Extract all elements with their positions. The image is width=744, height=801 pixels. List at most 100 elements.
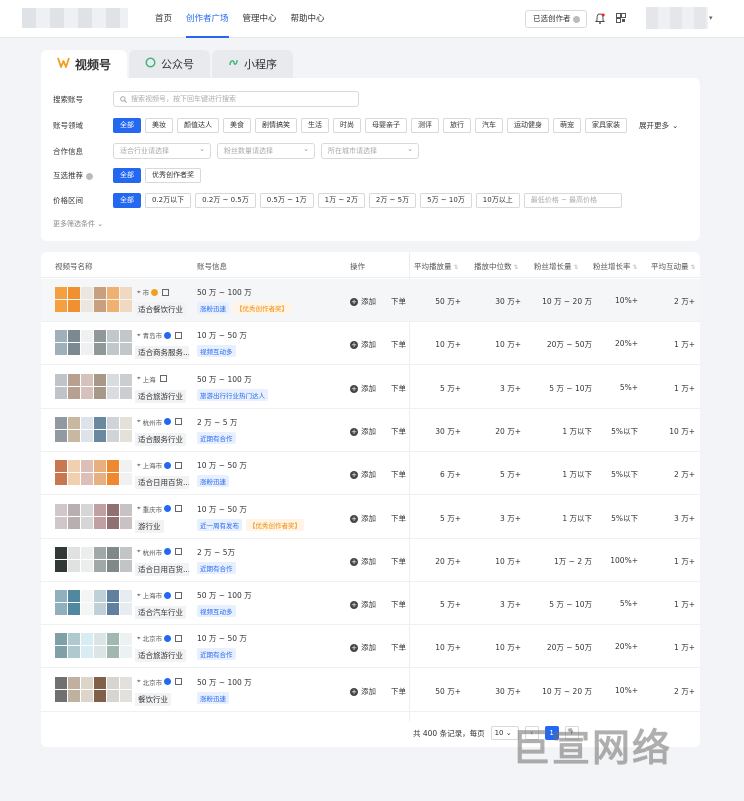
qrcode-icon[interactable]: [175, 505, 183, 512]
order-button[interactable]: 下单: [391, 599, 406, 610]
table-row[interactable]: ⌖ 杭州市 适合服务行业 2 万 ~ 5 万近期有合作 + 添加 下单 30 万+ 20 万+ 1…: [41, 409, 700, 452]
sort-icon[interactable]: ⇅: [691, 264, 696, 271]
nav-item-0[interactable]: 首页: [155, 0, 172, 38]
coop-select[interactable]: 所在城市请选择: [321, 142, 419, 159]
avatar-thumbnail[interactable]: [55, 586, 135, 622]
coop-select[interactable]: 粉丝数量请选择: [217, 142, 315, 159]
sort-icon[interactable]: ⇅: [454, 264, 459, 271]
tab-0[interactable]: 视频号: [41, 50, 128, 78]
domain-chip[interactable]: 萌宠: [553, 118, 581, 133]
bell-icon[interactable]: [595, 13, 605, 24]
avatar-thumbnail[interactable]: [55, 413, 135, 449]
qrcode-icon[interactable]: [162, 288, 170, 296]
user-avatar-block[interactable]: [646, 7, 708, 29]
coop-select[interactable]: 适合行业请选择: [113, 142, 211, 159]
sort-icon[interactable]: ⇅: [574, 264, 579, 271]
price-range-input[interactable]: 最低价格 ~ 最高价格: [523, 193, 622, 208]
domain-chip[interactable]: 运动健身: [507, 118, 549, 133]
qrcode-icon[interactable]: [175, 591, 183, 599]
table-row[interactable]: ⌖ 上海 适合旅游行业 50 万 ~ 100 万旅游出行行业热门达人 + 添加 下单 5 万+…: [41, 366, 700, 409]
column-header[interactable]: 粉丝增长率 ⇅: [593, 261, 638, 272]
price-chip[interactable]: 0.2万 ~ 0.5万: [195, 193, 256, 208]
recommend-chip[interactable]: 全部: [113, 168, 141, 183]
nav-item-3[interactable]: 帮助中心: [291, 0, 325, 38]
sort-icon[interactable]: ⇅: [633, 264, 638, 271]
table-row[interactable]: ⌖ 北京市 适合旅游行业 10 万 ~ 50 万近期有合作 + 添加 下单 10 万+ 10 万…: [41, 625, 700, 669]
info-icon[interactable]: [86, 172, 93, 180]
selected-creators-button[interactable]: 已选创作者: [525, 10, 587, 28]
tab-1[interactable]: 公众号: [129, 50, 211, 78]
recommend-chip[interactable]: 优秀创作者奖: [145, 168, 201, 183]
table-row[interactable]: ⌖ 上海市 适合汽车行业 50 万 ~ 100 万视频互动多 + 添加 下单 5 万+ 3 万+…: [41, 582, 700, 626]
domain-chip[interactable]: 时尚: [333, 118, 361, 133]
table-row[interactable]: ⌖ 市适合餐饮行业 50 万 ~ 100 万涨粉迅速 【优秀创作者奖】 + 添加 下单 50 …: [41, 279, 700, 322]
column-header[interactable]: 平均播放量 ⇅: [414, 261, 459, 272]
avatar-thumbnail[interactable]: [55, 326, 135, 362]
more-conditions-link[interactable]: 更多筛选条件 ⌄: [53, 219, 103, 229]
qrcode-icon[interactable]: [175, 634, 183, 642]
order-button[interactable]: 下单: [391, 296, 406, 307]
domain-chip[interactable]: 剧情搞笑: [255, 118, 297, 133]
order-button[interactable]: 下单: [391, 556, 406, 567]
table-row[interactable]: ⌖ 杭州市 适合日用百货... 2 万 ~ 5万 近期有合作 + 添加 下单 20 万+ 10 万…: [41, 539, 700, 582]
avatar-thumbnail[interactable]: [55, 500, 135, 536]
add-button[interactable]: + 添加: [350, 383, 376, 394]
price-chip[interactable]: 1万 ~ 2万: [317, 193, 365, 208]
price-chip[interactable]: 全部: [113, 193, 141, 208]
order-button[interactable]: 下单: [391, 642, 406, 653]
table-row[interactable]: ⌖ 重庆市 游行业 10 万 ~ 50 万近一周有发布 【优秀创作者奖】 + 添加 下单 5 万…: [41, 496, 700, 539]
column-header[interactable]: 播放中位数 ⇅: [474, 261, 519, 272]
qrcode-icon[interactable]: [175, 461, 183, 469]
qrcode-icon[interactable]: [616, 13, 626, 23]
nav-item-1[interactable]: 创作者广场: [186, 0, 229, 38]
add-button[interactable]: + 添加: [350, 556, 376, 567]
qrcode-icon[interactable]: [159, 375, 167, 383]
domain-chip[interactable]: 颜值达人: [177, 118, 219, 133]
price-chip[interactable]: 5万 ~ 10万: [420, 193, 472, 208]
add-button[interactable]: + 添加: [350, 599, 376, 610]
order-button[interactable]: 下单: [391, 686, 406, 697]
domain-chip[interactable]: 家具家装: [585, 118, 627, 133]
avatar-thumbnail[interactable]: [55, 283, 135, 319]
domain-chip[interactable]: 美食: [223, 118, 251, 133]
order-button[interactable]: 下单: [391, 383, 406, 394]
price-chip[interactable]: 0.5万 ~ 1万: [259, 193, 314, 208]
order-button[interactable]: 下单: [391, 339, 406, 350]
table-row[interactable]: ⌖ 北京市 餐饮行业 50 万 ~ 100 万涨粉迅速 + 添加 下单 50 万+ 30 万+ 1…: [41, 669, 700, 712]
qrcode-icon[interactable]: [175, 548, 183, 556]
qrcode-icon[interactable]: [175, 678, 183, 686]
add-button[interactable]: + 添加: [350, 513, 376, 524]
add-button[interactable]: + 添加: [350, 469, 376, 480]
add-button[interactable]: + 添加: [350, 339, 376, 350]
avatar-thumbnail[interactable]: [55, 543, 135, 579]
tab-2[interactable]: 小程序: [212, 50, 294, 78]
chevron-down-icon[interactable]: ▾: [709, 14, 713, 22]
domain-chip[interactable]: 全部: [113, 118, 141, 133]
add-button[interactable]: + 添加: [350, 686, 376, 697]
brand-logo[interactable]: [22, 8, 128, 28]
avatar-thumbnail[interactable]: [55, 629, 135, 665]
order-button[interactable]: 下单: [391, 469, 406, 480]
price-chip[interactable]: 10万以上: [475, 193, 520, 208]
search-input[interactable]: 搜索视频号，按下回车键进行搜索: [113, 91, 359, 107]
price-chip[interactable]: 2万 ~ 5万: [368, 193, 417, 208]
domain-chip[interactable]: 测评: [411, 118, 439, 133]
order-button[interactable]: 下单: [391, 513, 406, 524]
avatar-thumbnail[interactable]: [55, 456, 135, 492]
avatar-thumbnail[interactable]: [55, 370, 135, 406]
domain-chip[interactable]: 汽车: [475, 118, 503, 133]
sort-icon[interactable]: ⇅: [514, 264, 519, 271]
qrcode-icon[interactable]: [175, 418, 183, 426]
column-header[interactable]: 平均互动量 ⇅: [651, 261, 696, 272]
column-header[interactable]: 粉丝增长量 ⇅: [534, 261, 579, 272]
domain-chip[interactable]: 旅行: [443, 118, 471, 133]
qrcode-icon[interactable]: [175, 331, 183, 339]
nav-item-2[interactable]: 管理中心: [243, 0, 277, 38]
domain-chip[interactable]: 生活: [301, 118, 329, 133]
domain-chip[interactable]: 美妆: [145, 118, 173, 133]
table-row[interactable]: ⌖ 青岛市 适合商务服务... 10 万 ~ 50 万视频互动多 + 添加 下单 10 万+ 1…: [41, 322, 700, 366]
domain-chip[interactable]: 母婴亲子: [365, 118, 407, 133]
expand-more-link[interactable]: 展开更多: [639, 120, 669, 131]
table-row[interactable]: ⌖ 上海市 适合日用百货... 10 万 ~ 50 万涨粉迅速 + 添加 下单 6 万+ 5 万…: [41, 452, 700, 496]
avatar-thumbnail[interactable]: [55, 673, 135, 709]
